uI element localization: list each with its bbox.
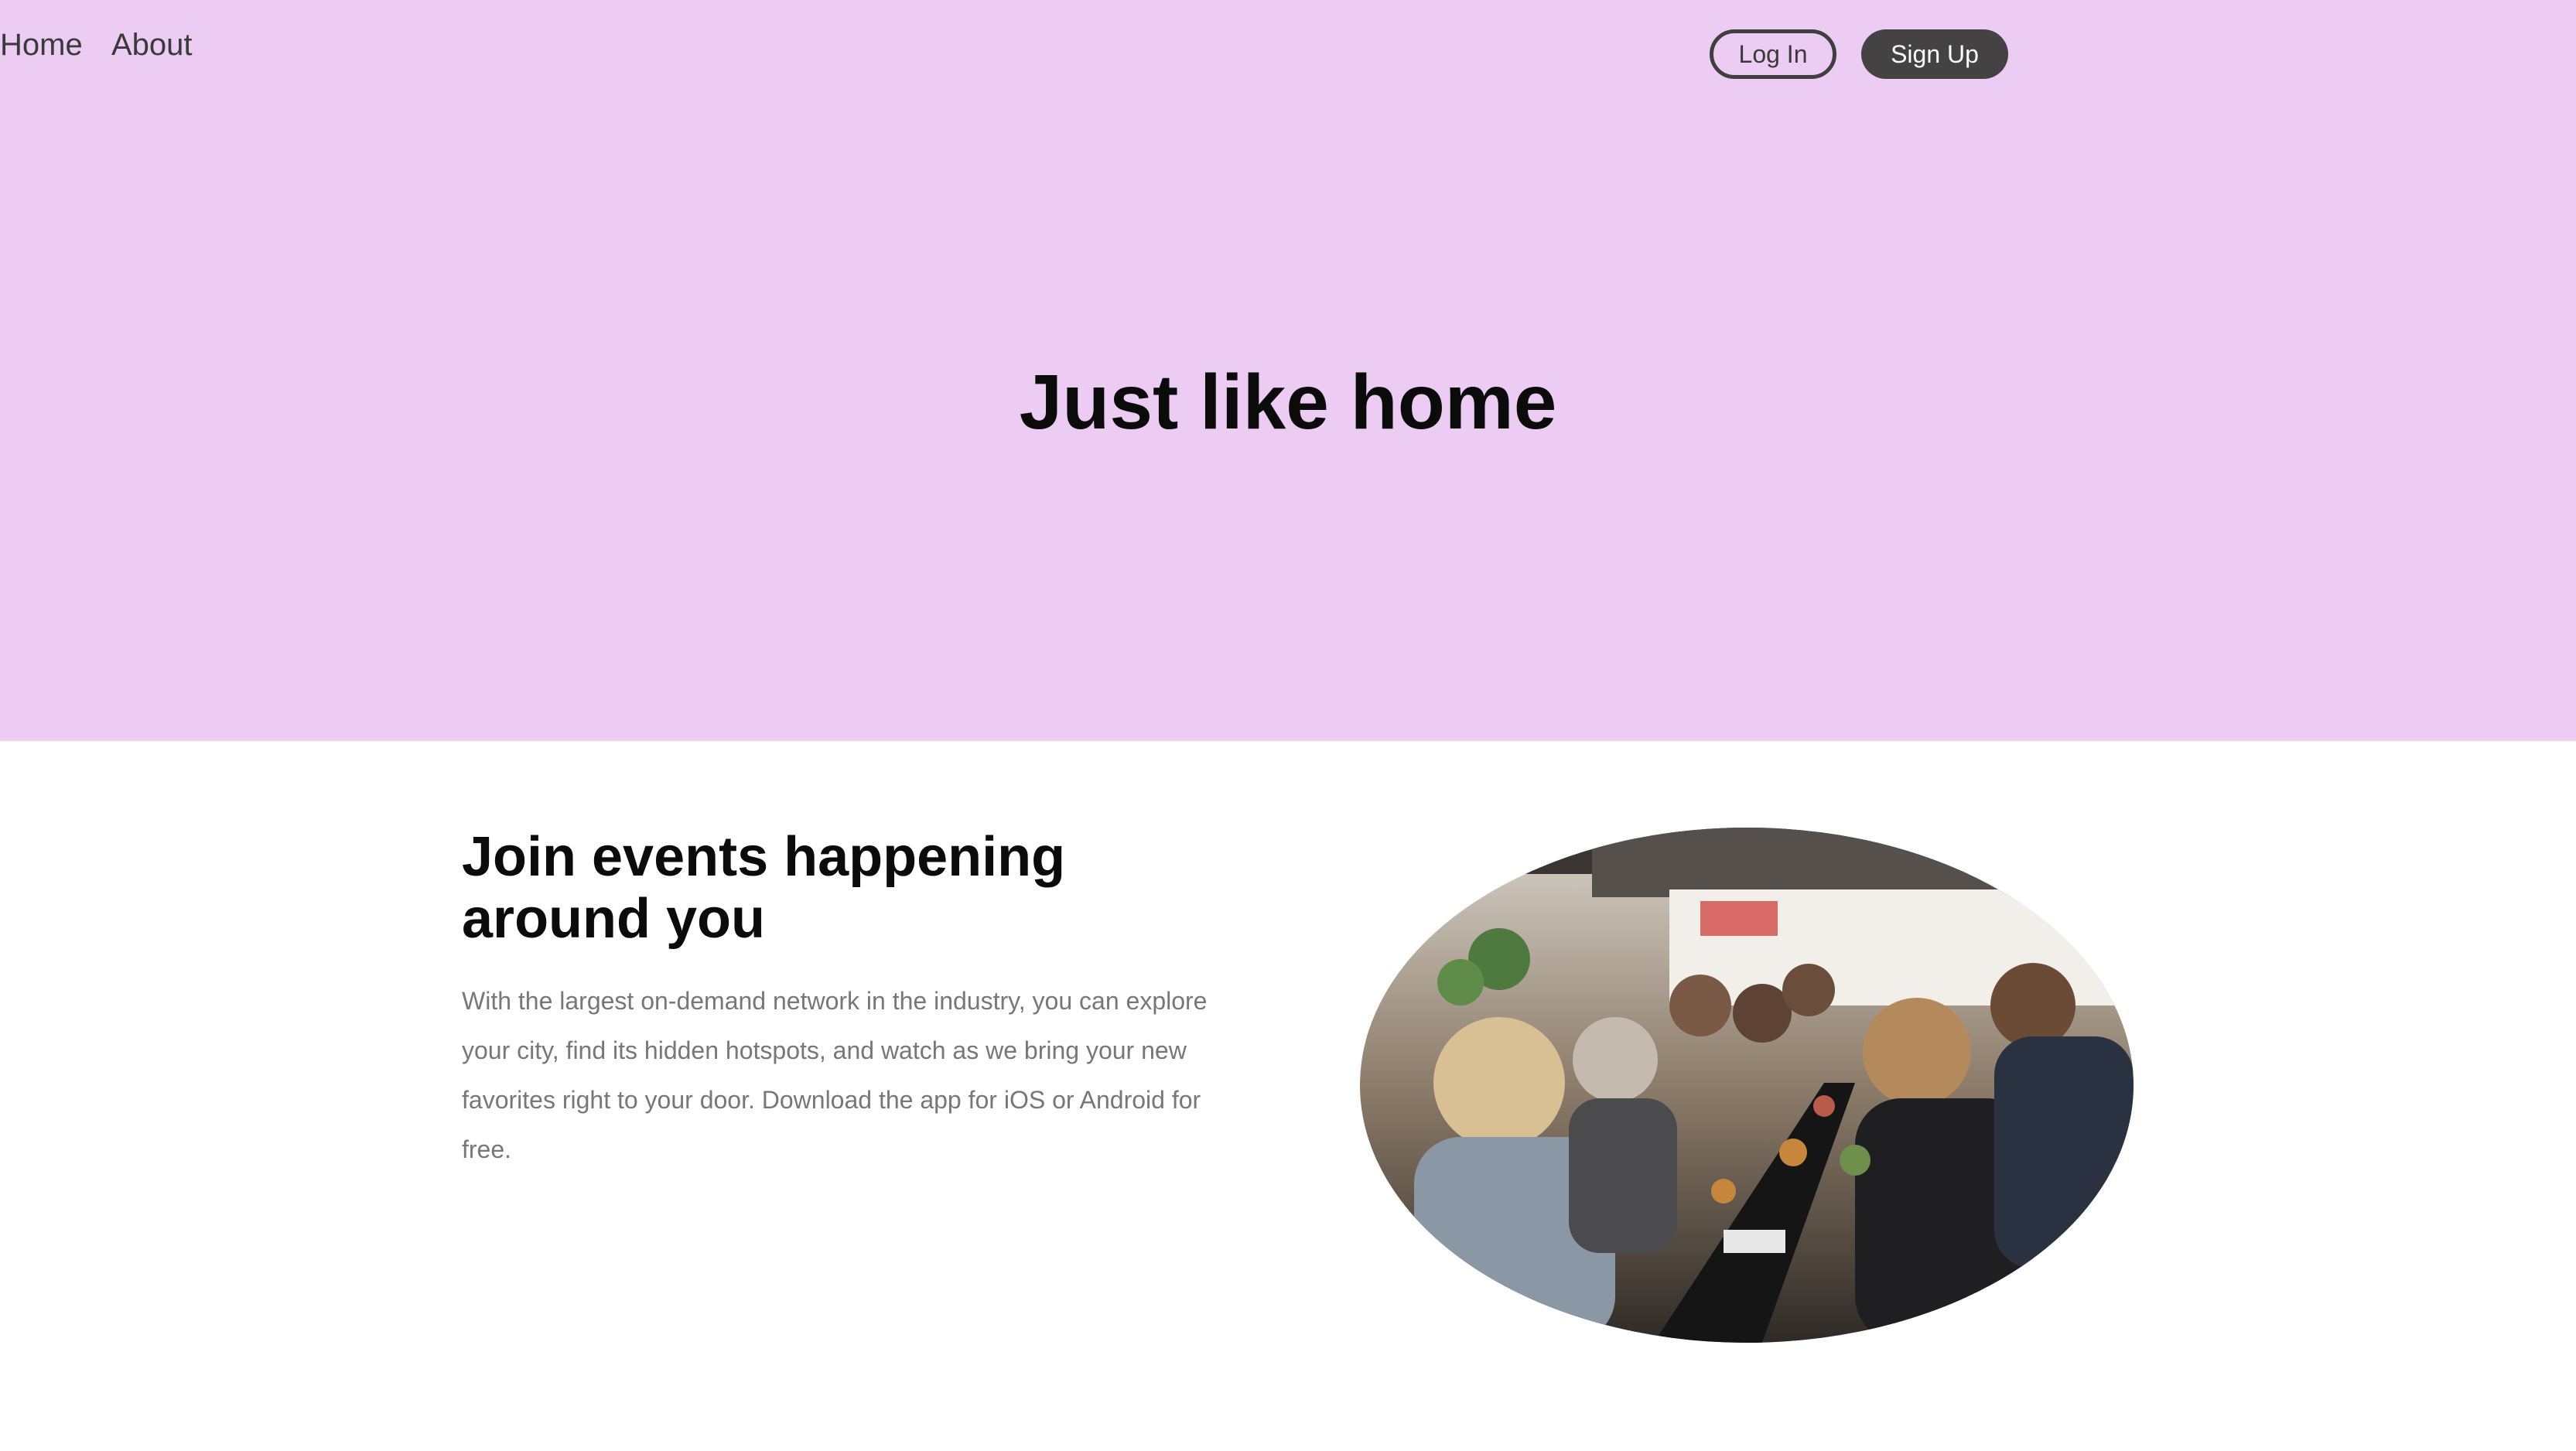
login-button[interactable]: Log In [1710,29,1836,79]
hero-title: Just like home [1019,359,1557,446]
feature-description: With the largest on-demand network in th… [462,987,1208,1163]
hero-section: Home About Log In Sign Up Just like home [0,0,2576,741]
dining-photo-illustration [1360,828,2134,1343]
nav-about-link[interactable]: About [111,28,193,63]
dining-photo [1360,828,2134,1343]
nav-home-link[interactable]: Home [0,28,83,63]
signup-button[interactable]: Sign Up [1861,29,2008,79]
feature-title: Join events happening around you [462,826,1066,950]
